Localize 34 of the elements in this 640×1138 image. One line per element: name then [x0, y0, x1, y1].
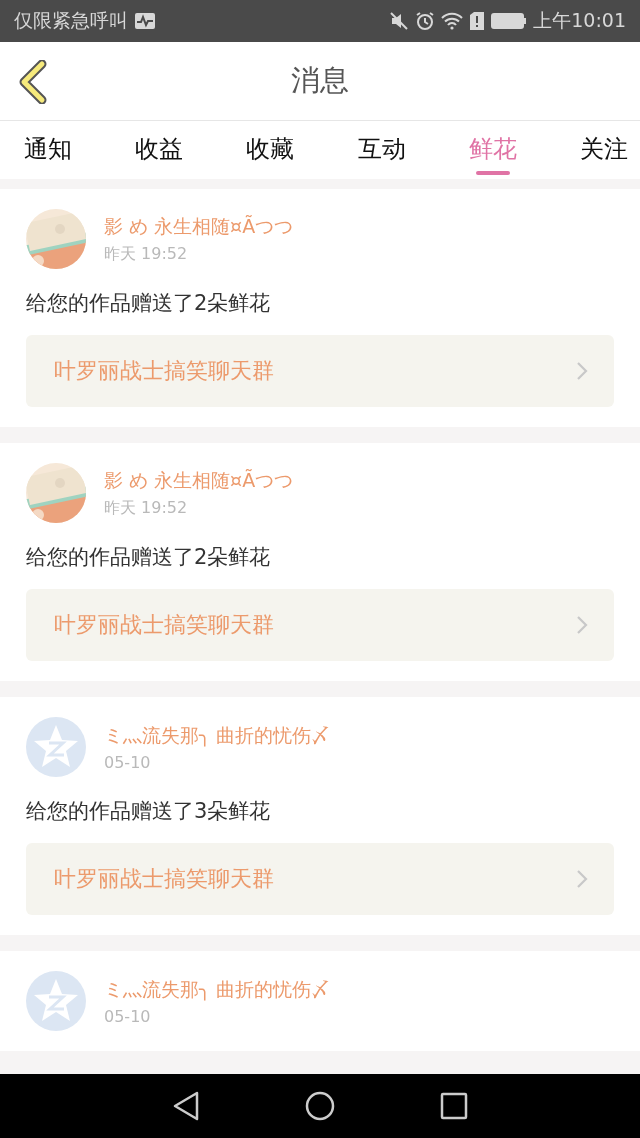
back-icon[interactable]: [18, 60, 48, 104]
wifi-icon: [441, 12, 464, 30]
mute-icon: [389, 11, 410, 31]
message-time: 05-10: [104, 752, 152, 772]
activity-icon: [134, 12, 156, 30]
sim-alert-icon: [469, 11, 486, 31]
clock: 上午10:01: [533, 8, 626, 33]
user-name: ミ灬流失那╮ 曲折的忧伤〆: [104, 976, 331, 1003]
default-avatar-icon: [26, 717, 86, 777]
home-nav-icon[interactable]: [305, 1091, 335, 1121]
tab[interactable]: 收益: [135, 121, 184, 179]
battery-icon: [491, 12, 528, 30]
recents-nav-icon[interactable]: [440, 1092, 468, 1120]
message-text: 给您的作品赠送了2朵鲜花: [26, 544, 272, 571]
default-avatar-icon: [26, 971, 86, 1031]
user-name: 影 め 永生相随¤Ãつつ: [104, 213, 294, 239]
page-title: 消息: [291, 62, 349, 99]
tab[interactable]: 收藏: [246, 121, 295, 179]
message-time: 05-10: [104, 1006, 152, 1026]
chevron-right-icon: [576, 361, 588, 381]
tab[interactable]: 互动: [357, 121, 406, 179]
message-text: 给您的作品赠送了2朵鲜花: [26, 290, 272, 317]
message-time: 昨天 19:52: [104, 497, 189, 519]
message-text: 给您的作品赠送了3朵鲜花: [26, 798, 272, 825]
alarm-icon: [415, 11, 436, 31]
user-name: ミ灬流失那╮ 曲折的忧伤〆: [104, 722, 331, 749]
back-nav-icon[interactable]: [172, 1091, 200, 1121]
chevron-right-icon: [576, 615, 588, 635]
tab[interactable]: 关注: [579, 121, 628, 179]
message-time: 昨天 19:52: [104, 243, 189, 265]
status-notice: 仅限紧急呼叫: [14, 8, 128, 33]
user-name: 影 め 永生相随¤Ãつつ: [104, 467, 294, 493]
chevron-right-icon: [576, 869, 588, 889]
tab[interactable]: 通知: [24, 121, 72, 179]
